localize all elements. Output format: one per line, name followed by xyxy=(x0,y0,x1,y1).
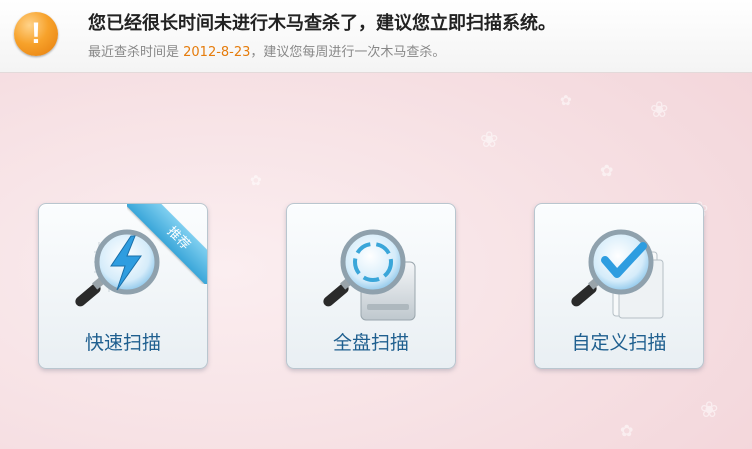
snowflake-decoration: ✿ xyxy=(250,173,262,189)
snowflake-decoration: ✿ xyxy=(560,93,572,109)
subtitle-prefix: 最近查杀时间是 xyxy=(88,45,184,60)
full-disk-scan-icon xyxy=(323,229,416,321)
custom-scan-button[interactable]: 自定义扫描 xyxy=(534,203,704,369)
snowflake-decoration: ❀ xyxy=(480,128,499,153)
full-disk-scan-label: 全盘扫描 xyxy=(332,332,409,354)
subtitle-suffix: ，建议您每周进行一次木马查杀。 xyxy=(250,45,446,60)
custom-scan-label: 自定义扫描 xyxy=(571,332,667,354)
recommended-badge-label: 推荐 xyxy=(127,204,207,284)
recommended-badge: 推荐 xyxy=(127,204,207,284)
banner-subtitle: 最近查杀时间是 2012-8-23，建议您每周进行一次木马查杀。 xyxy=(88,41,445,60)
custom-scan-icon xyxy=(571,229,664,319)
last-scan-date: 2012-8-23 xyxy=(183,45,251,60)
quick-scan-label: 快速扫描 xyxy=(84,332,161,354)
snowflake-decoration: ❀ xyxy=(650,98,669,123)
snowflake-decoration: ✿ xyxy=(600,161,614,180)
snowflake-decoration: ❀ xyxy=(700,398,719,423)
scan-reminder-banner: ! 您已经很长时间未进行木马查杀了，建议您立即扫描系统。 最近查杀时间是 201… xyxy=(0,0,752,73)
warning-icon: ! xyxy=(14,12,58,56)
full-disk-scan-button[interactable]: 全盘扫描 xyxy=(286,203,456,369)
banner-title: 您已经很长时间未进行木马查杀了，建议您立即扫描系统。 xyxy=(88,13,556,34)
snowflake-decoration: ✿ xyxy=(620,421,634,440)
quick-scan-button[interactable]: 推荐 快速扫描 xyxy=(38,203,208,369)
